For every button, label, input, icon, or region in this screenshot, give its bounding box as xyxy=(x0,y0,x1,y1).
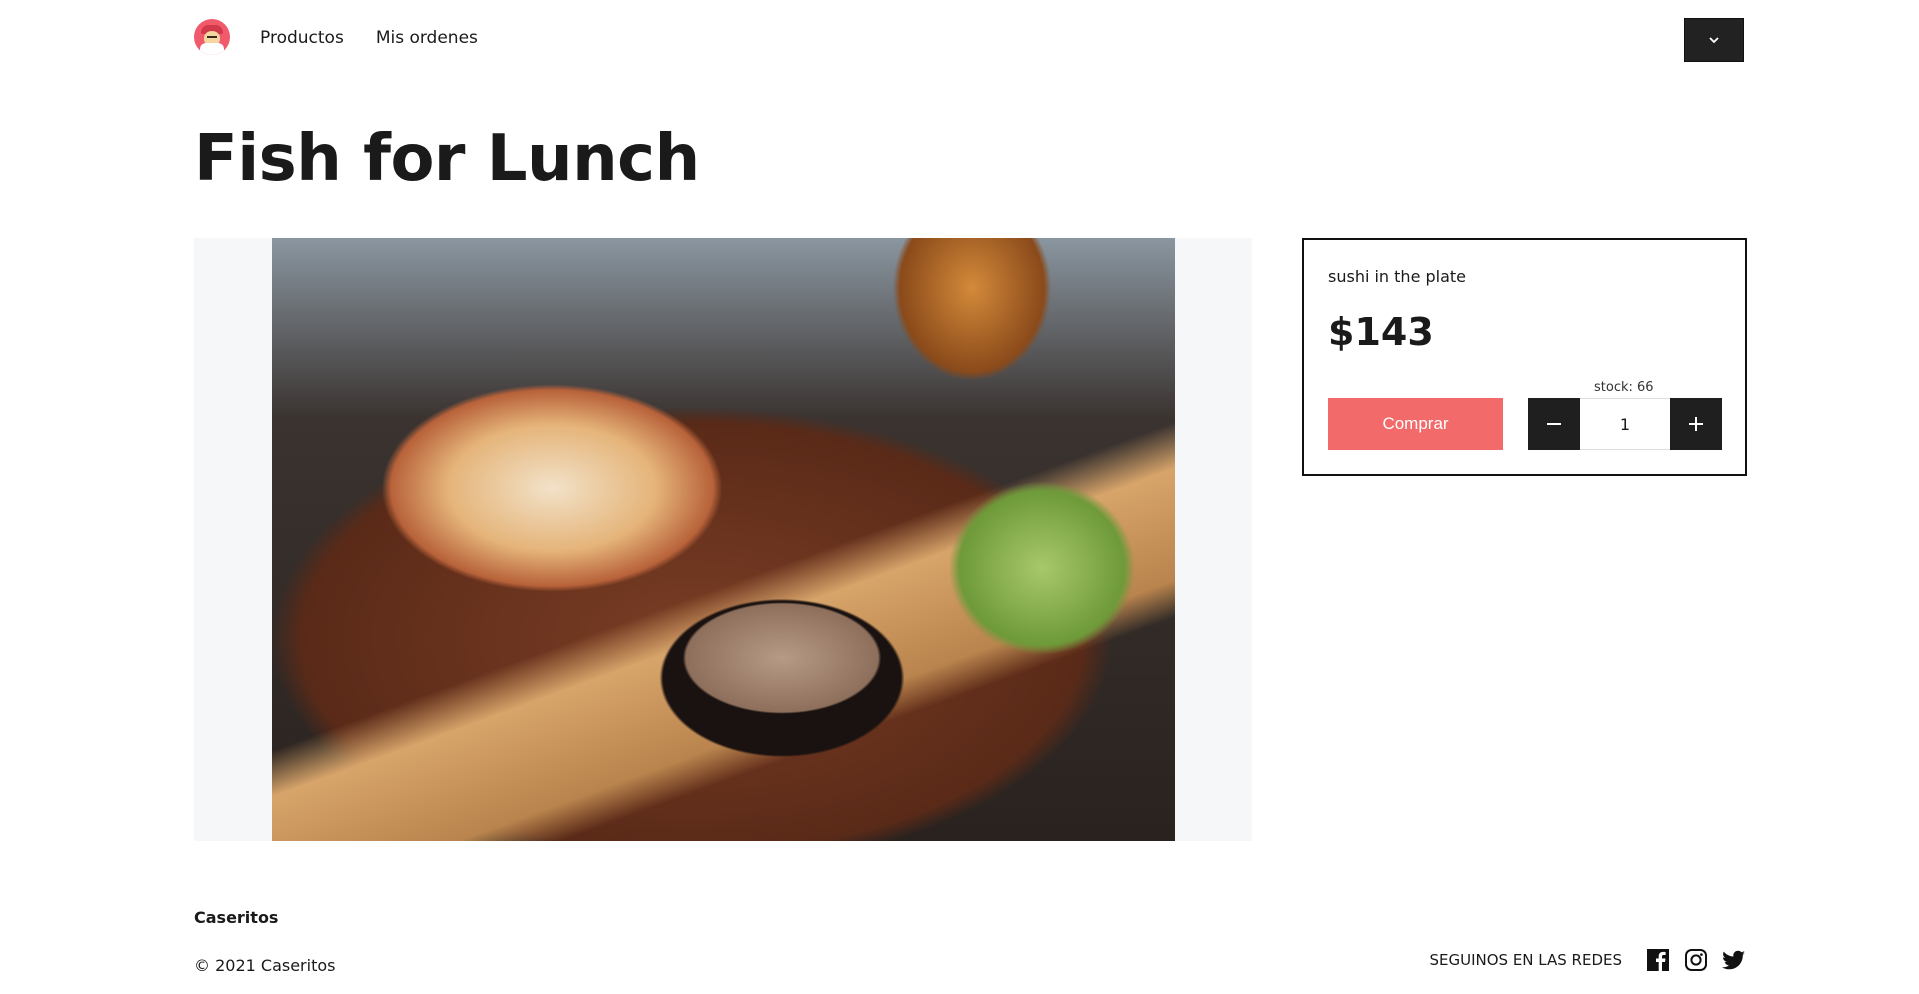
page-title: Fish for Lunch xyxy=(194,122,700,196)
footer-brand: Caseritos xyxy=(194,908,279,927)
header: Productos Mis ordenes xyxy=(194,0,1744,78)
logo-eyes xyxy=(207,36,217,38)
product-image-panel xyxy=(194,238,1252,841)
social-label: SEGUINOS EN LAS REDES xyxy=(1429,951,1622,969)
purchase-card: sushi in the plate $143 stock: 66 Compra… xyxy=(1302,238,1747,476)
instagram-link[interactable] xyxy=(1684,948,1708,972)
twitter-link[interactable] xyxy=(1722,948,1746,972)
decrement-button[interactable] xyxy=(1528,398,1580,450)
logo[interactable] xyxy=(194,19,230,55)
quantity-stepper xyxy=(1528,398,1722,450)
product-description: sushi in the plate xyxy=(1328,267,1467,286)
twitter-icon xyxy=(1722,950,1745,970)
nav-mis-ordenes[interactable]: Mis ordenes xyxy=(376,28,478,48)
instagram-icon xyxy=(1685,949,1707,971)
plus-icon xyxy=(1689,417,1703,431)
main-nav: Productos Mis ordenes xyxy=(260,28,478,48)
social-links: SEGUINOS EN LAS REDES xyxy=(1429,948,1746,972)
buy-button[interactable]: Comprar xyxy=(1328,398,1503,450)
logo-body xyxy=(200,43,224,55)
minus-icon xyxy=(1547,423,1561,425)
nav-productos[interactable]: Productos xyxy=(260,28,344,48)
quantity-input[interactable] xyxy=(1580,398,1670,450)
facebook-icon xyxy=(1647,949,1669,971)
increment-button[interactable] xyxy=(1670,398,1722,450)
user-menu-button[interactable] xyxy=(1684,18,1744,62)
stock-count: stock: 66 xyxy=(1594,380,1654,395)
product-image xyxy=(272,238,1175,841)
chevron-down-icon xyxy=(1709,37,1719,44)
product-price: $143 xyxy=(1328,310,1434,354)
facebook-link[interactable] xyxy=(1646,948,1670,972)
